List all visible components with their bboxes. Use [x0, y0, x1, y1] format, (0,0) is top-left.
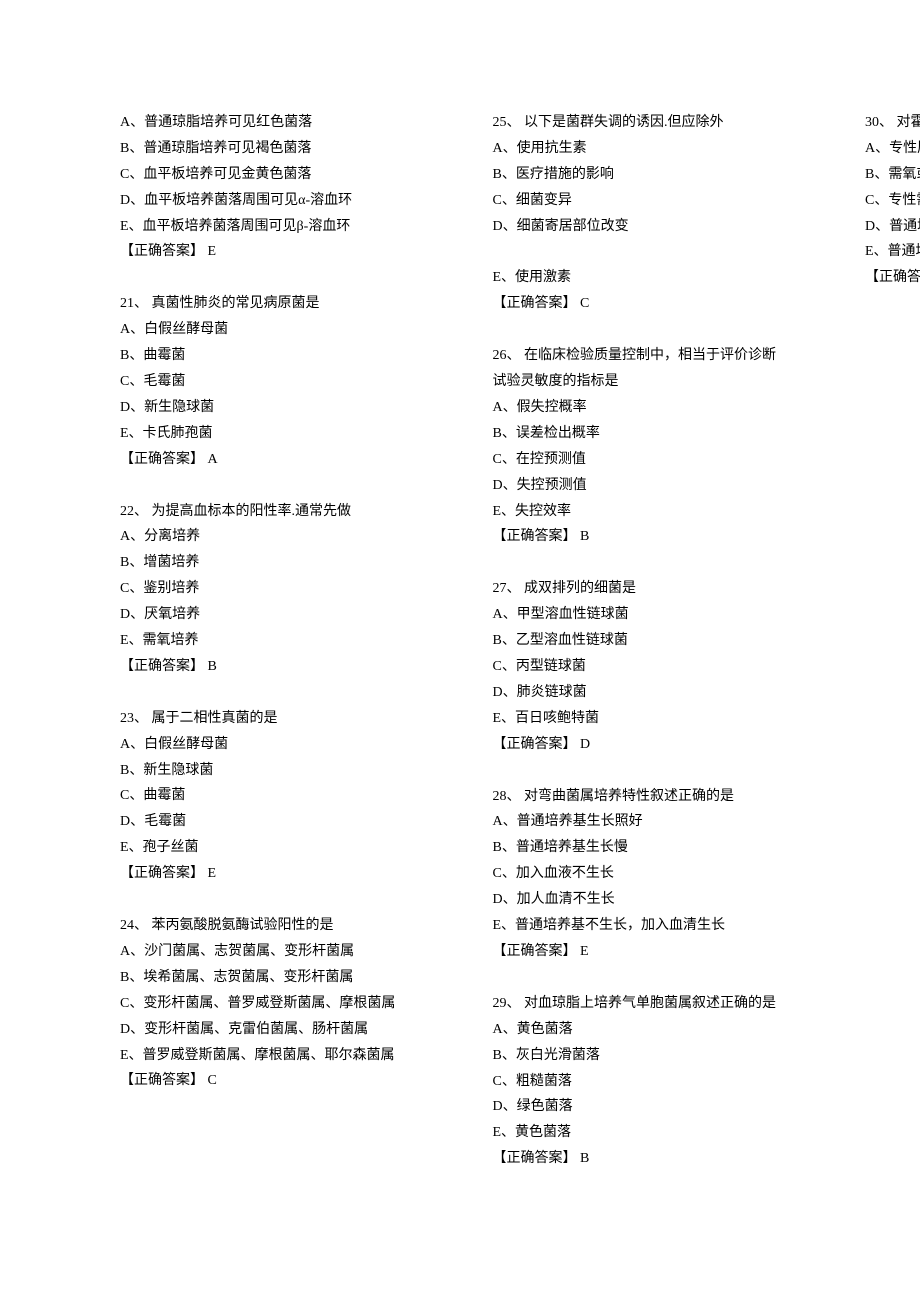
question-stem: 23、 属于二相性真菌的是 [120, 706, 443, 732]
option: C、鉴别培养 [120, 576, 443, 602]
option: B、新生隐球菌 [120, 758, 443, 784]
option: C、加入血液不生长 [493, 861, 816, 887]
option: E、普通培养基不能生长 [865, 239, 920, 265]
option: B、乙型溶血性链球菌 [493, 628, 816, 654]
option: C、变形杆菌属、普罗威登斯菌属、摩根菌属 [120, 991, 443, 1017]
option: D、绿色菌落 [493, 1094, 816, 1120]
question-stem: 25、 以下是菌群失调的诱因.但应除外 [493, 110, 816, 136]
option: D、细菌寄居部位改变 [493, 214, 816, 240]
option: A、使用抗生素 [493, 136, 816, 162]
option: B、曲霉菌 [120, 343, 443, 369]
answer: 【正确答案】 B [865, 265, 920, 291]
question-26: 26、 在临床检验质量控制中，相当于评价诊断 试验灵敏度的指标是 A、假失控概率… [493, 343, 816, 550]
option: B、增菌培养 [120, 550, 443, 576]
option: A、黄色菌落 [493, 1017, 816, 1043]
question-24: 24、 苯丙氨酸脱氨酶试验阳性的是 A、沙门菌属、志贺菌属、变形杆菌属 B、埃希… [120, 913, 443, 1094]
option: D、毛霉菌 [120, 809, 443, 835]
option: C、在控预测值 [493, 447, 816, 473]
option: D、加人血清不生长 [493, 887, 816, 913]
answer: 【正确答案】 A [120, 447, 443, 473]
question-21: 21、 真菌性肺炎的常见病原菌是 A、白假丝酵母菌 B、曲霉菌 C、毛霉菌 D、… [120, 291, 443, 472]
question-stem: 22、 为提高血标本的阳性率.通常先做 [120, 499, 443, 525]
option: B、误差检出概率 [493, 421, 816, 447]
question-20-continuation: A、普通琼脂培养可见红色菌落 B、普通琼脂培养可见褐色菌落 C、血平板培养可见金… [120, 110, 443, 265]
option: C、粗糙菌落 [493, 1069, 816, 1095]
option: B、医疗措施的影响 [493, 162, 816, 188]
option: E、黄色菌落 [493, 1120, 816, 1146]
option: A、白假丝酵母菌 [120, 317, 443, 343]
option: B、普通培养基生长慢 [493, 835, 816, 861]
answer: 【正确答案】 C [120, 1068, 443, 1094]
option: A、沙门菌属、志贺菌属、变形杆菌属 [120, 939, 443, 965]
option: D、变形杆菌属、克雷伯菌属、肠杆菌属 [120, 1017, 443, 1043]
answer: 【正确答案】 E [120, 861, 443, 887]
option: A、普通琼脂培养可见红色菌落 [120, 110, 443, 136]
question-stem: 27、 成双排列的细菌是 [493, 576, 816, 602]
question-25-continuation: E、使用激素 【正确答案】 C [493, 265, 816, 317]
option: A、甲型溶血性链球菌 [493, 602, 816, 628]
option: D、失控预测值 [493, 473, 816, 499]
question-stem: 30、 对霍乱弧菌培养特性叙述正确的是 [865, 110, 920, 136]
option: C、曲霉菌 [120, 783, 443, 809]
option: E、普罗威登斯菌属、摩根菌属、耶尔森菌属 [120, 1043, 443, 1069]
answer: 【正确答案】 D [493, 732, 816, 758]
question-stem-line: 试验灵敏度的指标是 [493, 369, 816, 395]
option: C、毛霉菌 [120, 369, 443, 395]
option: E、失控效率 [493, 499, 816, 525]
option: E、卡氏肺孢菌 [120, 421, 443, 447]
option: D、新生隐球菌 [120, 395, 443, 421]
option: E、使用激素 [493, 265, 816, 291]
option: A、白假丝酵母菌 [120, 732, 443, 758]
question-stem-line: 26、 在临床检验质量控制中，相当于评价诊断 [493, 343, 816, 369]
option: A、假失控概率 [493, 395, 816, 421]
option: E、百日咳鲍特菌 [493, 706, 816, 732]
option: D、血平板培养菌落周围可见α-溶血环 [120, 188, 443, 214]
answer: 【正确答案】 C [493, 291, 816, 317]
question-27: 27、 成双排列的细菌是 A、甲型溶血性链球菌 B、乙型溶血性链球菌 C、丙型链… [493, 576, 816, 757]
option: C、专性需氧菌 [865, 188, 920, 214]
option: E、血平板培养菌落周围可见β-溶血环 [120, 214, 443, 240]
question-29: 29、 对血琼脂上培养气单胞菌属叙述正确的是 A、黄色菌落 B、灰白光滑菌落 C… [493, 991, 816, 1172]
option: B、埃希菌属、志贺菌属、变形杆菌属 [120, 965, 443, 991]
option: D、肺炎链球菌 [493, 680, 816, 706]
option: B、灰白光滑菌落 [493, 1043, 816, 1069]
answer: 【正确答案】 B [493, 524, 816, 550]
option: C、丙型链球菌 [493, 654, 816, 680]
option: C、血平板培养可见金黄色菌落 [120, 162, 443, 188]
option: D、普通培养基生长不良 [865, 214, 920, 240]
question-28: 28、 对弯曲菌属培养特性叙述正确的是 A、普通培养基生长照好 B、普通培养基生… [493, 784, 816, 965]
question-23: 23、 属于二相性真菌的是 A、白假丝酵母菌 B、新生隐球菌 C、曲霉菌 D、毛… [120, 706, 443, 887]
page-columns: A、普通琼脂培养可见红色菌落 B、普通琼脂培养可见褐色菌落 C、血平板培养可见金… [120, 110, 815, 1230]
option: E、需氧培养 [120, 628, 443, 654]
question-stem: 28、 对弯曲菌属培养特性叙述正确的是 [493, 784, 816, 810]
option: A、专性厌氧菌 [865, 136, 920, 162]
option: B、普通琼脂培养可见褐色菌落 [120, 136, 443, 162]
option: B、需氧或兼性厌氧菌 [865, 162, 920, 188]
option: D、厌氧培养 [120, 602, 443, 628]
option: E、孢子丝菌 [120, 835, 443, 861]
answer: 【正确答案】 B [120, 654, 443, 680]
question-stem: 24、 苯丙氨酸脱氨酶试验阳性的是 [120, 913, 443, 939]
option: A、普通培养基生长照好 [493, 809, 816, 835]
question-22: 22、 为提高血标本的阳性率.通常先做 A、分离培养 B、增菌培养 C、鉴别培养… [120, 499, 443, 680]
question-stem: 29、 对血琼脂上培养气单胞菌属叙述正确的是 [493, 991, 816, 1017]
option: C、细菌变异 [493, 188, 816, 214]
question-stem: 21、 真菌性肺炎的常见病原菌是 [120, 291, 443, 317]
question-30: 30、 对霍乱弧菌培养特性叙述正确的是 A、专性厌氧菌 B、需氧或兼性厌氧菌 C… [865, 110, 920, 291]
answer: 【正确答案】 E [493, 939, 816, 965]
option: A、分离培养 [120, 524, 443, 550]
option: E、普通培养基不生长，加入血清生长 [493, 913, 816, 939]
answer: 【正确答案】 E [120, 239, 443, 265]
answer: 【正确答案】 B [493, 1146, 816, 1172]
question-25-partial: 25、 以下是菌群失调的诱因.但应除外 A、使用抗生素 B、医疗措施的影响 C、… [493, 110, 816, 239]
